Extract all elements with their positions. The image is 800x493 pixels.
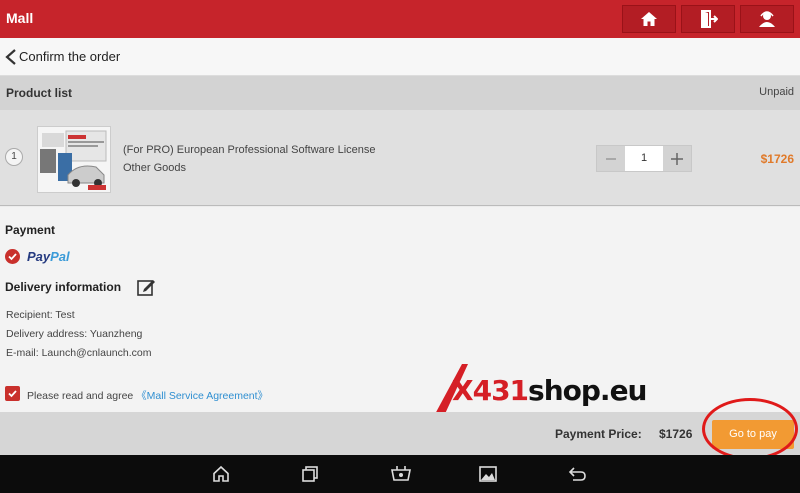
exit-icon [701, 10, 718, 28]
order-header: Confirm the order [0, 38, 800, 76]
delivery-title: Delivery information [5, 280, 122, 294]
nav-gallery-icon[interactable] [478, 464, 498, 484]
quantity-field[interactable]: 1 [625, 146, 663, 171]
product-type: Other Goods [123, 162, 186, 174]
exit-button[interactable] [681, 5, 735, 33]
increase-button[interactable] [663, 146, 691, 171]
status-badge: Unpaid [759, 86, 794, 98]
product-thumbnail [37, 126, 111, 193]
payment-price-label: Payment Price: [555, 427, 642, 441]
payment-title: Payment [5, 223, 56, 237]
nav-back-icon[interactable] [567, 464, 587, 484]
back-icon[interactable] [4, 48, 18, 66]
page-title: Confirm the order [19, 49, 121, 64]
watermark-logo: X431shop.eu [432, 362, 648, 418]
nav-vci-icon[interactable] [389, 464, 413, 484]
nav-recent-icon[interactable] [300, 464, 320, 484]
agreement-link[interactable]: 《Mall Service Agreement》 [136, 390, 268, 402]
user-button[interactable] [740, 5, 794, 33]
decrease-button[interactable] [597, 146, 625, 171]
app-title: Mall [6, 10, 34, 26]
agreement-row: Please read and agree 《Mall Service Agre… [0, 376, 800, 412]
plus-icon [671, 152, 683, 165]
home-icon [641, 12, 657, 26]
item-index: 1 [5, 148, 23, 166]
nav-home-icon[interactable] [211, 464, 231, 484]
payment-price-value: $1726 [659, 427, 693, 441]
product-list-header: Product list Unpaid [0, 76, 800, 110]
highlight-circle [702, 398, 798, 460]
payment-selected-icon[interactable] [5, 249, 20, 264]
edit-icon[interactable] [136, 277, 156, 297]
product-price: $1726 [760, 152, 794, 166]
quantity-stepper: 1 [596, 145, 692, 172]
system-nav-bar [0, 455, 800, 493]
top-bar: Mall [0, 0, 800, 38]
payment-bar: Payment Price: $1726 Go to pay [0, 412, 800, 455]
address-text: Delivery address: Yuanzheng [6, 328, 143, 340]
list-item: 1 (For PRO) European Professional Softwa… [0, 110, 800, 206]
product-name: (For PRO) European Professional Software… [123, 144, 376, 156]
agreement-text: Please read and agree 《Mall Service Agre… [27, 390, 269, 402]
recipient-text: Recipient: Test [6, 309, 75, 321]
minus-icon [606, 157, 616, 160]
email-text: E-mail: Launch@cnlaunch.com [6, 347, 152, 359]
home-button[interactable] [622, 5, 676, 33]
user-icon [759, 11, 775, 27]
product-list-title: Product list [6, 86, 73, 100]
paypal-logo[interactable]: PayPal [27, 249, 70, 264]
agreement-checkbox[interactable] [5, 386, 20, 401]
